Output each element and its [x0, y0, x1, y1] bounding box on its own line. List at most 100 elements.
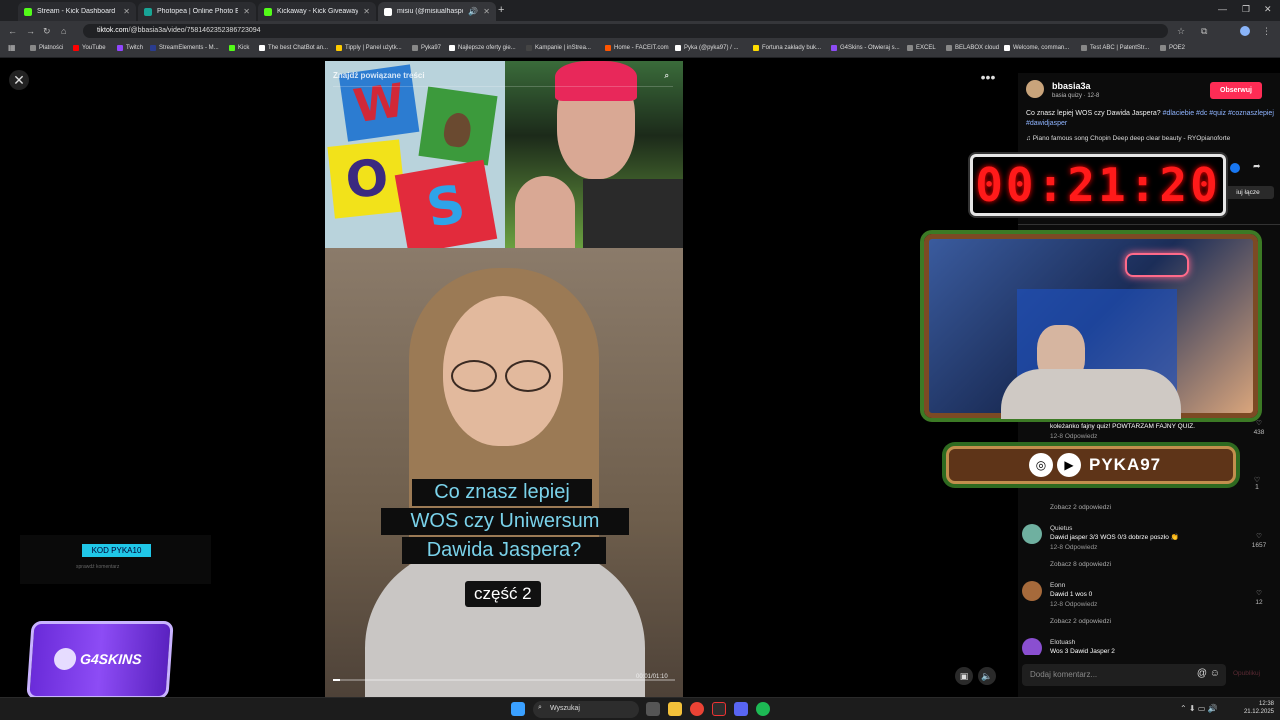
obs-icon[interactable] [712, 702, 726, 716]
tab-kickaway[interactable]: Kickaway - Kick Giveaway Tool ✕ [258, 2, 376, 21]
bookmark-item[interactable]: YouTube [73, 45, 106, 51]
start-icon[interactable] [511, 702, 525, 716]
bookmark-label: Pyka97 [421, 45, 442, 51]
comment-like[interactable]: ♡ 1 [1250, 476, 1264, 491]
photopea-icon [144, 7, 152, 16]
star-icon[interactable]: ☆ [1177, 26, 1185, 37]
forward-icon[interactable]: → [26, 26, 35, 36]
more-options-icon[interactable]: ••• [978, 70, 998, 86]
profile-avatar[interactable] [1240, 26, 1250, 36]
extensions-icon[interactable]: ⧉ [1201, 26, 1207, 37]
bookmark-item[interactable]: Pyka97 [412, 45, 441, 51]
maximize-button[interactable]: ❐ [1242, 4, 1250, 15]
bookmark-label: Welcome, comman... [1013, 45, 1070, 51]
view-replies[interactable]: Zobacz 2 odpowiedzi [1050, 504, 1111, 511]
author-name[interactable]: bbasia3a [1052, 81, 1091, 91]
comment-like[interactable]: ♡ 438 [1250, 419, 1268, 437]
commenter-avatar[interactable] [1022, 524, 1042, 544]
follow-button[interactable]: Obserwuj [1210, 82, 1262, 99]
chrome-icon[interactable] [690, 702, 704, 716]
view-replies[interactable]: Zobacz 2 odpowiedzi [1050, 618, 1111, 625]
bookmark-icon [831, 45, 837, 51]
close-window-button[interactable]: ✕ [1264, 4, 1272, 15]
close-tab-icon[interactable]: ✕ [363, 7, 370, 16]
bookmark-item[interactable]: EXCEL [907, 45, 936, 51]
comment-meta[interactable]: 12-8 Odpowiedz [1050, 432, 1097, 441]
post-button[interactable]: Opublikuj [1233, 670, 1260, 677]
bookmark-item[interactable]: Pyka (@pyka97) / ... [675, 45, 738, 51]
bookmark-item[interactable]: Najlepsze oferty gie... [449, 45, 516, 51]
author-avatar[interactable] [1026, 80, 1044, 98]
volume-icon[interactable]: 🔈 [978, 667, 996, 685]
bookmark-item[interactable]: Tipply | Panel użytk... [336, 45, 402, 51]
tray-icons[interactable]: ⌃ ⬇ ▭ 🔊 [1180, 704, 1218, 713]
comment-input[interactable]: Dodaj komentarz... @ ☺ [1022, 664, 1226, 686]
bookmark-item[interactable]: The best ChatBot an... [259, 45, 328, 51]
clock[interactable]: 12:38 21.12.2025 [1238, 700, 1274, 716]
bookmark-item[interactable]: Płatności [30, 45, 63, 51]
comment-like[interactable]: ♡ 1657 [1250, 532, 1268, 550]
close-tab-icon[interactable]: ✕ [123, 7, 130, 16]
music-row[interactable]: ♫ Piano famous song Chopin Deep deep cle… [1026, 135, 1230, 142]
commenter-name[interactable]: Eonn [1050, 581, 1065, 590]
tab-kick-dashboard[interactable]: Stream - Kick Dashboard ✕ [18, 2, 136, 21]
comment-text: Wos 3 Dawid Jasper 2 [1050, 648, 1115, 655]
bookmark-icon [117, 45, 123, 51]
commenter-name[interactable]: Elotuash [1050, 638, 1075, 647]
close-icon[interactable]: ✕ [9, 70, 29, 90]
new-tab-button[interactable]: + [498, 4, 504, 16]
bookmark-item[interactable]: BELABOX cloud [946, 45, 999, 51]
discord-icon[interactable] [734, 702, 748, 716]
commenter-avatar[interactable] [1022, 638, 1042, 655]
close-tab-icon[interactable]: ✕ [243, 7, 250, 16]
bookmark-item[interactable]: Home - FACEIT.com [605, 45, 669, 51]
tab-photopea[interactable]: Photopea | Online Photo Editor ✕ [138, 2, 256, 21]
share-icon[interactable]: ➦ [1253, 161, 1261, 172]
bookmark-item[interactable]: Kampanie | inStrea... [526, 45, 591, 51]
bookmark-item[interactable]: StreamElements - M... [150, 45, 219, 51]
comment-meta[interactable]: 12-8 Odpowiedz [1050, 600, 1097, 609]
bookmark-item[interactable]: Test ABC | PatentStr... [1081, 45, 1149, 51]
bookmark-item[interactable]: Fortuna zakłady buk... [753, 45, 821, 51]
progress-bar[interactable] [333, 679, 675, 681]
bookmark-label: Kampanie | inStrea... [535, 45, 591, 51]
bookmark-item[interactable]: Kick [229, 45, 249, 51]
minimize-button[interactable]: — [1218, 4, 1227, 14]
comment-meta[interactable]: 12-8 Odpowiedz [1050, 543, 1097, 552]
bookmark-item[interactable]: Twitch [117, 45, 143, 51]
close-tab-icon[interactable]: ✕ [483, 7, 490, 16]
picture-in-picture-icon[interactable]: ▣ [955, 667, 973, 685]
bookmark-label: Kick [238, 45, 250, 51]
comment-like[interactable]: ♡ 12 [1250, 589, 1268, 607]
back-icon[interactable]: ← [8, 26, 17, 36]
bookmark-item[interactable]: G4Skins - Otwieraj s... [831, 45, 900, 51]
url-field[interactable]: tiktok.com/@bbasia3a/video/7581462352386… [83, 24, 1168, 38]
bookmark-label: Fortuna zakłady buk... [762, 45, 822, 51]
related-search-bar[interactable]: Znajdź powiązane treści ⌕ [333, 71, 673, 87]
taskbar-search[interactable]: ⌕ Wyszukaj [533, 701, 639, 718]
file-explorer-icon[interactable] [668, 702, 682, 716]
bookmark-item[interactable]: Welcome, comman... [1004, 45, 1069, 51]
video-time: 00:01/01:10 [636, 674, 668, 680]
search-icon[interactable]: ⌕ [665, 71, 669, 81]
facebook-icon[interactable] [1230, 163, 1240, 173]
tab-label: Kickaway - Kick Giveaway Tool [277, 8, 359, 15]
tab-tiktok[interactable]: misiu (@misiualhaspoko) | T 🔊 ✕ [378, 2, 496, 21]
caption-line-1: Co znasz lepiej [412, 479, 592, 506]
home-icon[interactable]: ⌂ [61, 26, 66, 36]
spotify-icon[interactable] [756, 702, 770, 716]
commenter-name[interactable]: Quietus [1050, 524, 1072, 533]
copy-link-button[interactable]: iuj łącze [1222, 186, 1274, 199]
view-replies[interactable]: Zobacz 8 odpowiedzi [1050, 561, 1111, 568]
bookmark-icon [1081, 45, 1087, 51]
task-view-icon[interactable] [646, 702, 660, 716]
video-description: Co znasz lepiej WOS czy Dawida Jaspera? … [1026, 109, 1276, 129]
video-player[interactable]: W O S Znajdź powiązane treści ⌕ Co znasz… [325, 61, 683, 697]
menu-icon[interactable]: ⋮ [1262, 26, 1271, 37]
commenter-avatar[interactable] [1022, 581, 1042, 601]
apps-icon[interactable]: ▦ [8, 43, 16, 52]
bookmark-item[interactable]: POE2 [1160, 45, 1185, 51]
bookmark-label: Tipply | Panel użytk... [345, 45, 402, 51]
reload-icon[interactable]: ↻ [43, 26, 51, 37]
emoji-icon[interactable]: @ ☺ [1197, 668, 1220, 679]
